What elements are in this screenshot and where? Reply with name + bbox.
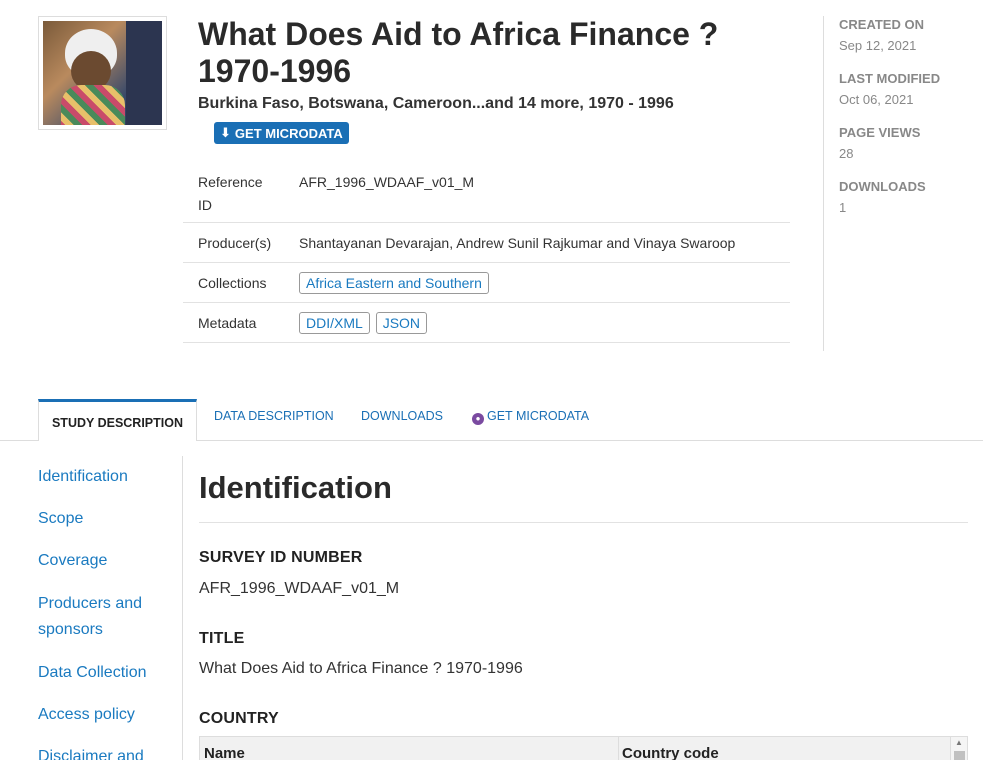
survey-id-label: SURVEY ID NUMBER (199, 549, 363, 566)
nav-disclaimer[interactable]: Disclaimer and (38, 744, 178, 760)
nav-data-collection[interactable]: Data Collection (38, 660, 178, 686)
get-microdata-label: GET MICRODATA (234, 125, 343, 141)
tab-data-description[interactable]: DATA DESCRIPTION (214, 409, 334, 423)
page-title: What Does Aid to Africa Finance ? 1970-1… (198, 16, 719, 89)
survey-id-value: AFR_1996_WDAAF_v01_M (199, 580, 400, 597)
study-content: Identification SURVEY ID NUMBER AFR_1996… (199, 470, 968, 760)
producers-value: Shantayanan Devarajan, Andrew Sunil Rajk… (299, 234, 736, 251)
producers-label: Producer(s) (198, 234, 272, 251)
title-label: TITLE (199, 630, 245, 647)
page-subtitle: Burkina Faso, Botswana, Cameroon...and 1… (198, 95, 674, 112)
page-views-label: PAGE VIEWS (839, 125, 921, 140)
ddi-xml-link[interactable]: DDI/XML (299, 311, 370, 334)
downloads-value: 1 (839, 200, 847, 215)
tab-study-description[interactable]: STUDY DESCRIPTION (38, 399, 197, 441)
page-views-value: 28 (839, 146, 854, 161)
metadata-label: Metadata (198, 314, 257, 331)
study-meta-table: Reference ID AFR_1996_WDAAF_v01_M Produc… (183, 161, 790, 343)
created-on-value: Sep 12, 2021 (839, 38, 917, 53)
country-table: Name Country code ▲ (199, 736, 968, 760)
last-modified-value: Oct 06, 2021 (839, 92, 914, 107)
tab-downloads[interactable]: DOWNLOADS (361, 409, 443, 423)
meta-row-reference: Reference ID AFR_1996_WDAAF_v01_M (183, 161, 790, 223)
last-modified-label: LAST MODIFIED (839, 71, 941, 86)
lock-icon: ● (472, 413, 484, 425)
study-stats: CREATED ON Sep 12, 2021 LAST MODIFIED Oc… (823, 16, 983, 351)
nav-producers-sponsors[interactable]: Producers and sponsors (38, 591, 178, 643)
nav-access-policy[interactable]: Access policy (38, 702, 178, 728)
reference-id-label: Reference ID (198, 174, 263, 213)
collection-tag[interactable]: Africa Eastern and Southern (299, 271, 489, 294)
scroll-up-icon[interactable]: ▲ (951, 737, 967, 749)
tab-get-microdata-label: GET MICRODATA (487, 409, 590, 423)
json-link[interactable]: JSON (375, 311, 428, 334)
title-value: What Does Aid to Africa Finance ? 1970-1… (199, 660, 523, 677)
meta-row-metadata: Metadata DDI/XML JSON (183, 303, 790, 343)
get-microdata-button[interactable]: ⬇ GET MICRODATA (214, 122, 349, 144)
downloads-label: DOWNLOADS (839, 179, 926, 194)
col-name: Name (204, 745, 245, 760)
col-country-code: Country code (622, 745, 719, 760)
section-nav: Identification Scope Coverage Producers … (38, 456, 183, 760)
nav-scope[interactable]: Scope (38, 506, 178, 532)
download-icon: ⬇ (220, 125, 231, 140)
country-label: COUNTRY (199, 710, 279, 727)
created-on-label: CREATED ON (839, 17, 924, 32)
section-heading: Identification (199, 470, 968, 523)
scroll-thumb[interactable] (953, 751, 965, 760)
study-image (43, 21, 162, 125)
reference-id-value: AFR_1996_WDAAF_v01_M (299, 174, 475, 190)
table-scrollbar[interactable]: ▲ (950, 737, 967, 760)
meta-row-collections: Collections Africa Eastern and Southern (183, 263, 790, 303)
nav-identification[interactable]: Identification (38, 464, 178, 490)
nav-coverage[interactable]: Coverage (38, 548, 178, 574)
tab-get-microdata[interactable]: ● GET MICRODATA (472, 409, 589, 425)
collections-label: Collections (198, 274, 267, 291)
study-tabs: STUDY DESCRIPTION DATA DESCRIPTION DOWNL… (0, 399, 983, 441)
meta-row-producers: Producer(s) Shantayanan Devarajan, Andre… (183, 223, 790, 263)
study-thumbnail (38, 16, 167, 130)
